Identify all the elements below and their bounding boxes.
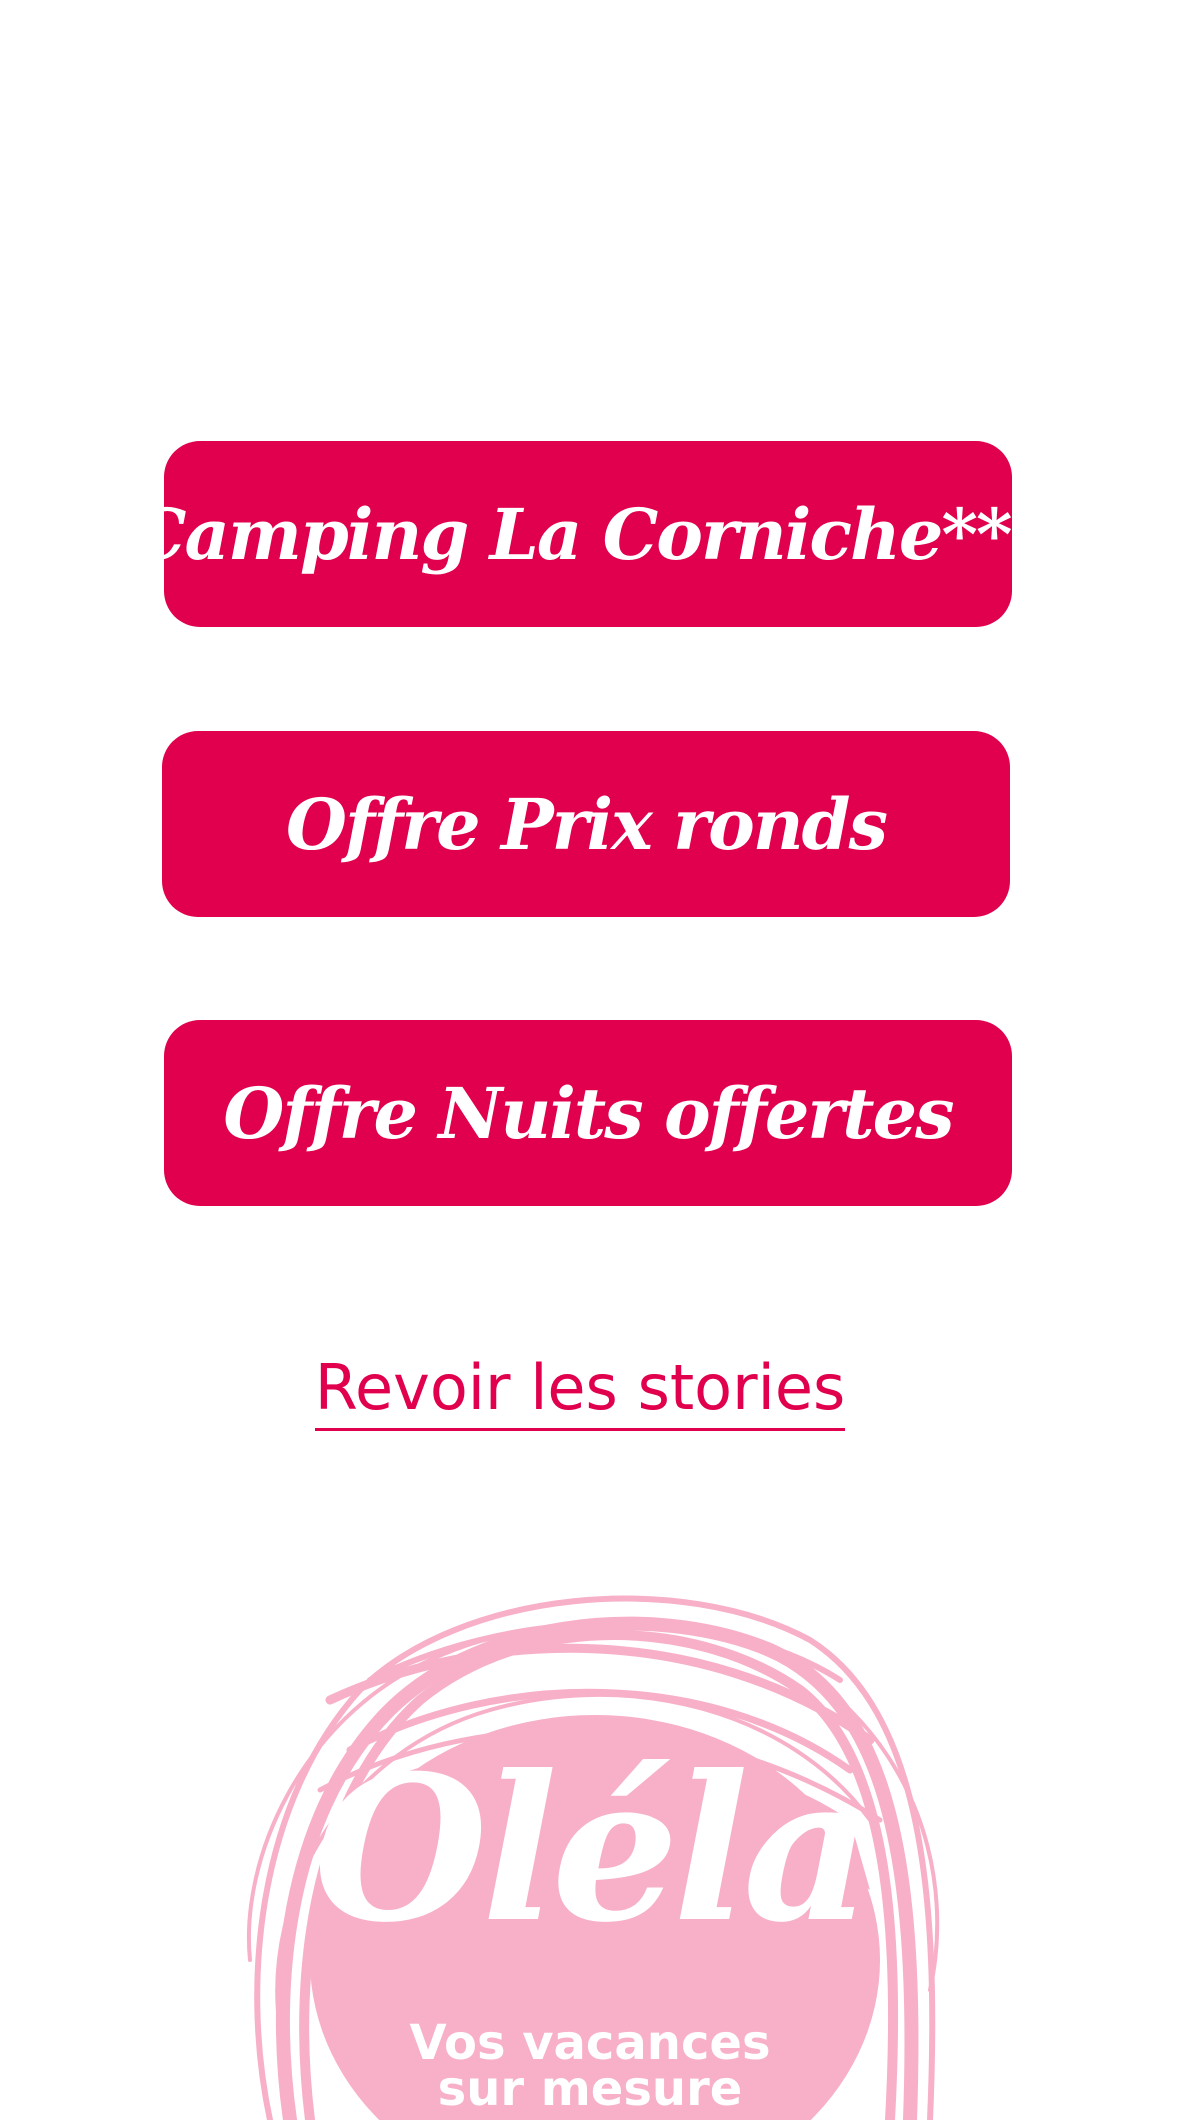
- offre-prix-ronds-button[interactable]: Offre Prix ronds: [162, 731, 1010, 917]
- olela-tagline-line1: Vos vacances: [409, 2015, 771, 2071]
- offre-nuits-offertes-button[interactable]: Offre Nuits offertes: [164, 1020, 1012, 1206]
- olela-tagline: Vos vacances sur mesure: [230, 2015, 950, 2117]
- olela-logo: Oléla Vos vacances sur mesure: [230, 1560, 950, 2120]
- camping-la-corniche-button[interactable]: Camping La Corniche***: [131, 441, 1047, 627]
- revoir-les-stories-link[interactable]: Revoir les stories: [0, 1350, 1160, 1431]
- stories-end-page: Camping La Corniche*** Offre Prix ronds …: [0, 0, 1188, 2120]
- offre-nuits-offertes-label: Offre Nuits offertes: [223, 1071, 954, 1155]
- olela-tagline-line2: sur mesure: [437, 2061, 743, 2117]
- olela-brand-text: Oléla: [313, 1732, 872, 1967]
- camping-la-corniche-label: Camping La Corniche***: [130, 492, 1047, 576]
- revoir-les-stories-label: Revoir les stories: [314, 1350, 846, 1431]
- offre-prix-ronds-label: Offre Prix ronds: [285, 782, 888, 866]
